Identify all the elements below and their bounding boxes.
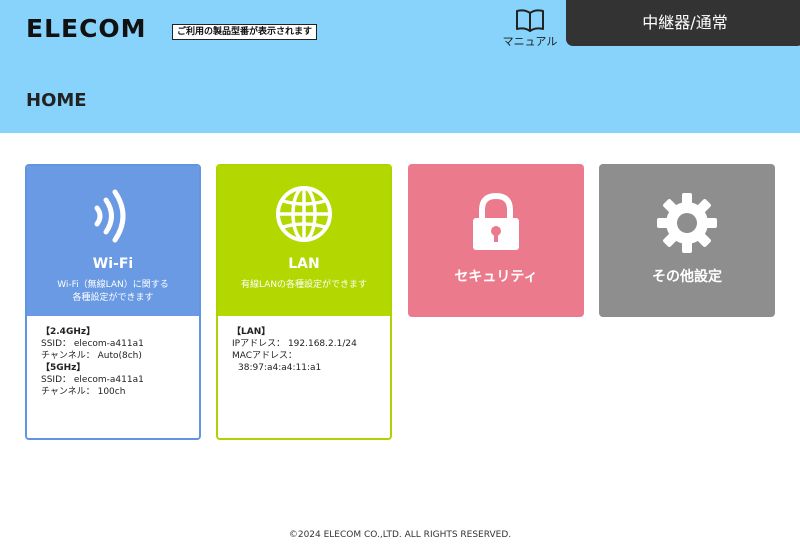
other-settings-card-title: その他設定 (652, 269, 722, 285)
lan-card-title: LAN (288, 256, 320, 272)
manual-link[interactable]: マニュアル (500, 8, 560, 49)
gear-icon (657, 193, 717, 253)
wifi-waves-icon (94, 189, 126, 243)
band-24-channel: チャンネル： Auto(8ch) (41, 351, 142, 361)
wifi-info: 【2.4GHz】 SSID： elecom-a411a1 チャンネル： Auto… (27, 316, 199, 438)
mode-tab[interactable]: 中継器/通常 (566, 0, 800, 46)
padlock-icon (473, 192, 519, 250)
lan-card-header[interactable]: LAN 有線LANの各種設定ができます (218, 166, 390, 316)
lan-info: 【LAN】 IPアドレス： 192.168.2.1/24 MACアドレス： 38… (218, 316, 390, 438)
manual-label: マニュアル (502, 35, 558, 48)
security-card-title: セキュリティ (454, 269, 538, 285)
other-settings-card[interactable]: その他設定 (599, 164, 775, 317)
wifi-desc-line1: Wi-Fi（無線LAN）に関する (57, 280, 169, 290)
wifi-desc-line2: 各種設定ができます (72, 293, 154, 303)
band-24-ssid: SSID： elecom-a411a1 (41, 339, 144, 349)
band-5-ssid: SSID： elecom-a411a1 (41, 375, 144, 385)
security-card[interactable]: セキュリティ (408, 164, 584, 317)
lan-mac: 38:97:a4:a4:11:a1 (238, 363, 322, 373)
lan-ip: IPアドレス： 192.168.2.1/24 (232, 339, 357, 349)
band-5-channel: チャンネル： 100ch (41, 387, 126, 397)
globe-icon (276, 186, 332, 242)
band-5-heading: 【5GHz】 (41, 363, 86, 373)
book-icon (516, 9, 544, 32)
wifi-card-desc: Wi-Fi（無線LAN）に関する 各種設定ができます (27, 279, 199, 305)
model-note: ご利用の製品型番が表示されます (172, 24, 318, 40)
wifi-card-title: Wi-Fi (92, 256, 134, 272)
lan-card-desc: 有線LANの各種設定ができます (240, 280, 368, 290)
footer-copyright: ©2024 ELECOM CO.,LTD. ALL RIGHTS RESERVE… (288, 530, 512, 540)
elecom-logo: ELECOM (26, 14, 147, 43)
wifi-card[interactable]: Wi-Fi Wi-Fi（無線LAN）に関する 各種設定ができます 【2.4GHz… (25, 164, 201, 440)
band-24-heading: 【2.4GHz】 (41, 327, 96, 337)
wifi-card-header[interactable]: Wi-Fi Wi-Fi（無線LAN）に関する 各種設定ができます (27, 166, 199, 316)
page-title: HOME (26, 90, 87, 111)
header: ELECOM ご利用の製品型番が表示されます マニュアル 中継器/通常 HOME (0, 0, 800, 133)
lan-heading: 【LAN】 (232, 327, 271, 337)
lan-mac-label: MACアドレス： (232, 351, 298, 361)
lan-card[interactable]: LAN 有線LANの各種設定ができます 【LAN】 IPアドレス： 192.16… (216, 164, 392, 440)
